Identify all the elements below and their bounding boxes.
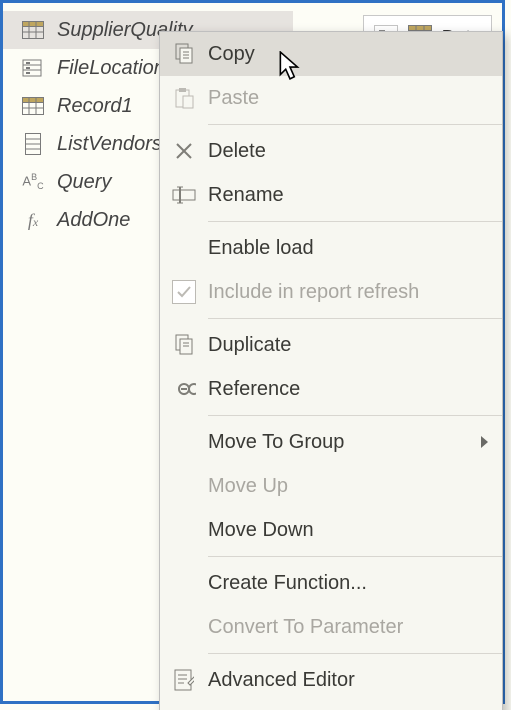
query-label: Query: [57, 171, 111, 194]
menu-reference[interactable]: Reference: [160, 367, 502, 411]
menu-label: Create Function...: [208, 572, 367, 595]
menu-label: Copy: [208, 43, 255, 66]
menu-label: Reference: [208, 378, 300, 401]
rename-icon: [160, 186, 208, 204]
query-label: AddOne: [57, 209, 130, 232]
menu-label: Enable load: [208, 237, 314, 260]
menu-label: Rename: [208, 184, 284, 207]
menu-properties[interactable]: Properties...: [160, 702, 502, 710]
query-label: FileLocation: [57, 57, 165, 80]
menu-label: Move Up: [208, 475, 288, 498]
menu-label: Include in report refresh: [208, 281, 419, 304]
menu-label: Advanced Editor: [208, 669, 355, 692]
table-icon: [19, 18, 47, 42]
menu-convert-parameter: Convert To Parameter: [160, 605, 502, 649]
query-label: ListVendors: [57, 133, 162, 156]
menu-copy[interactable]: Copy: [160, 32, 502, 76]
reference-icon: [160, 381, 208, 397]
paste-icon: [160, 87, 208, 109]
menu-paste: Paste: [160, 76, 502, 120]
list-icon: [19, 132, 47, 156]
menu-create-function[interactable]: Create Function...: [160, 561, 502, 605]
param-table-icon: [19, 56, 47, 80]
menu-move-to-group[interactable]: Move To Group: [160, 420, 502, 464]
menu-duplicate[interactable]: Duplicate: [160, 323, 502, 367]
menu-label: Move To Group: [208, 431, 344, 454]
menu-include-refresh: Include in report refresh: [160, 270, 502, 314]
menu-label: Duplicate: [208, 334, 291, 357]
copy-icon: [160, 43, 208, 65]
query-label: Record1: [57, 95, 133, 118]
menu-label: Move Down: [208, 519, 314, 542]
menu-label: Convert To Parameter: [208, 616, 403, 639]
editor-icon: [160, 669, 208, 691]
table-icon: [19, 94, 47, 118]
menu-label: Delete: [208, 140, 266, 163]
delete-icon: [160, 142, 208, 160]
context-menu: Copy Paste Delete Rename Enable load: [159, 31, 503, 710]
menu-label: Paste: [208, 87, 259, 110]
chevron-right-icon: [481, 436, 488, 448]
menu-rename[interactable]: Rename: [160, 173, 502, 217]
fx-icon: fx: [19, 208, 47, 232]
checkbox-checked-icon: [160, 280, 208, 304]
menu-advanced-editor[interactable]: Advanced Editor: [160, 658, 502, 702]
duplicate-icon: [160, 334, 208, 356]
menu-move-down[interactable]: Move Down: [160, 508, 502, 552]
menu-enable-load[interactable]: Enable load: [160, 226, 502, 270]
abc-icon: ABC: [19, 170, 47, 194]
menu-delete[interactable]: Delete: [160, 129, 502, 173]
menu-move-up: Move Up: [160, 464, 502, 508]
